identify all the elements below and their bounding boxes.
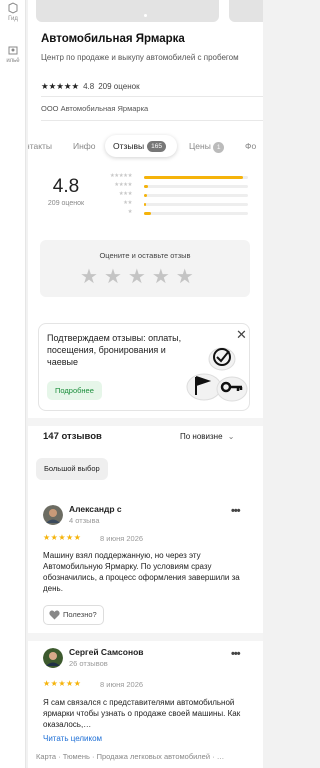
tab-reviews-label: Отзывы: [113, 141, 145, 151]
chevron-down-icon: ⌄: [227, 432, 235, 441]
sort-label: По новизне: [180, 432, 223, 441]
review-author[interactable]: Александр с: [69, 504, 122, 514]
left-rail: Гид ильё: [0, 0, 26, 768]
photo-main[interactable]: [36, 0, 219, 22]
scrollbar[interactable]: [263, 0, 269, 768]
sort-dropdown[interactable]: По новизне ⌄: [180, 432, 234, 441]
rail-item-housing[interactable]: ильё: [0, 44, 26, 64]
heart-icon: [49, 610, 60, 620]
useful-label: Полезно?: [63, 610, 97, 619]
org-subtitle: Центр по продаже и выкупу автомобилей с …: [41, 53, 239, 62]
reviews-count: 147 отзывов: [43, 431, 102, 442]
promo-more-button[interactable]: Подробнее: [47, 381, 102, 400]
distribution-track: [144, 185, 248, 188]
tabs-bar: нтакты Инфо Отзывы165 Цены1 Фо: [28, 133, 263, 159]
distribution-row: ★★★★★: [100, 173, 250, 182]
rating-distribution: ★★★★★ ★★★★ ★★★ ★★ ★: [100, 173, 250, 218]
distribution-fill: [144, 203, 147, 206]
rating-summary: 4.8 209 оценок: [43, 176, 89, 207]
avatar[interactable]: [43, 505, 63, 525]
tab-reviews-count: 165: [147, 141, 166, 152]
distribution-fill: [144, 194, 148, 197]
distribution-fill: [144, 212, 152, 215]
company-name: ООО Автомобильная Ярмарка: [41, 104, 149, 113]
rating-value: 4.8: [83, 82, 95, 91]
guide-icon: [8, 2, 18, 14]
distribution-track: [144, 194, 248, 197]
rail-item-guide[interactable]: Гид: [0, 2, 26, 22]
review-author-stats: 4 отзыва: [69, 516, 100, 525]
tab-info[interactable]: Инфо: [73, 141, 96, 151]
rate-stars: ★ ★ ★ ★ ★: [80, 266, 194, 288]
rate-star-2[interactable]: ★: [104, 266, 122, 288]
rail-item-label: ильё: [6, 58, 20, 64]
housing-icon: [8, 46, 18, 55]
ratings-count: 209 оценок: [98, 82, 140, 91]
tab-prices-label: Цены: [189, 141, 211, 151]
tab-reviews[interactable]: Отзывы 165: [105, 135, 177, 157]
review-date: 8 июня 2026: [100, 534, 144, 543]
rate-star-4[interactable]: ★: [152, 266, 170, 288]
photo-next[interactable]: [229, 0, 263, 22]
review-date: 8 июня 2026: [100, 680, 144, 689]
useful-button[interactable]: Полезно?: [43, 605, 104, 625]
review-stars: ★★★★★: [43, 679, 82, 688]
section-separator: [28, 633, 263, 641]
rail-item-label: Гид: [8, 16, 18, 22]
rate-star-5[interactable]: ★: [176, 266, 194, 288]
distribution-track: [144, 203, 248, 206]
divider: [41, 96, 263, 97]
org-rating[interactable]: ★★★★★ 4.8 209 оценок: [41, 81, 140, 92]
distribution-row: ★★★: [100, 191, 250, 200]
review-text: Машину взял поддержанную, но через эту А…: [43, 551, 240, 593]
rating-summary-value: 4.8: [52, 176, 80, 197]
photo-gallery[interactable]: [36, 0, 263, 22]
rate-prompt: Оцените и оставьте отзыв ★ ★ ★ ★ ★: [40, 240, 250, 297]
tab-prices-count: 1: [212, 142, 225, 153]
org-title: Автомобильная Ярмарка: [41, 33, 185, 45]
tab-contacts[interactable]: нтакты: [28, 141, 52, 151]
rate-star-1[interactable]: ★: [80, 266, 98, 288]
review-text: Я сам связался с представителями автомоб…: [43, 698, 241, 729]
distribution-fill: [144, 185, 149, 188]
distribution-stars: ★★★★: [114, 182, 132, 188]
filter-chip[interactable]: Большой выбор: [36, 458, 108, 480]
distribution-stars: ★★★★★: [109, 173, 133, 179]
avatar[interactable]: [43, 648, 63, 668]
review-author-stats: 26 отзывов: [69, 659, 108, 668]
distribution-stars: ★★★: [118, 191, 133, 197]
distribution-track: [144, 176, 248, 179]
verified-reviews-promo: Подтверждаем отзывы: оплаты, посещения, …: [38, 323, 250, 411]
more-icon[interactable]: •••: [231, 505, 241, 517]
distribution-stars: ★: [127, 209, 133, 215]
breadcrumb[interactable]: Карта · Тюмень · Продажа легковых автомо…: [36, 752, 263, 761]
divider: [41, 120, 263, 121]
read-more-link[interactable]: Читать целиком: [43, 734, 102, 743]
section-separator: [28, 418, 263, 426]
tab-prices[interactable]: Цены 1: [189, 141, 225, 153]
rating-summary-count: 209 оценок: [47, 200, 85, 207]
more-icon[interactable]: •••: [231, 648, 241, 660]
org-panel: Автомобильная Ярмарка Центр по продаже и…: [28, 0, 263, 768]
distribution-row: ★★: [100, 200, 250, 209]
gallery-dot: [144, 14, 147, 17]
review-author[interactable]: Сергей Самсонов: [69, 647, 144, 657]
review-stars: ★★★★★: [43, 533, 82, 542]
rate-prompt-label: Оцените и оставьте отзыв: [99, 251, 191, 260]
distribution-row: ★: [100, 209, 250, 218]
rating-stars: ★★★★★: [41, 81, 80, 91]
distribution-track: [144, 212, 248, 215]
distribution-row: ★★★★: [100, 182, 250, 191]
distribution-stars: ★★: [123, 200, 132, 206]
tab-photos[interactable]: Фо: [245, 141, 256, 151]
distribution-fill: [144, 176, 243, 179]
promo-illustration-icon: [186, 347, 248, 402]
rate-star-3[interactable]: ★: [128, 266, 146, 288]
promo-text: Подтверждаем отзывы: оплаты, посещения, …: [47, 333, 182, 367]
